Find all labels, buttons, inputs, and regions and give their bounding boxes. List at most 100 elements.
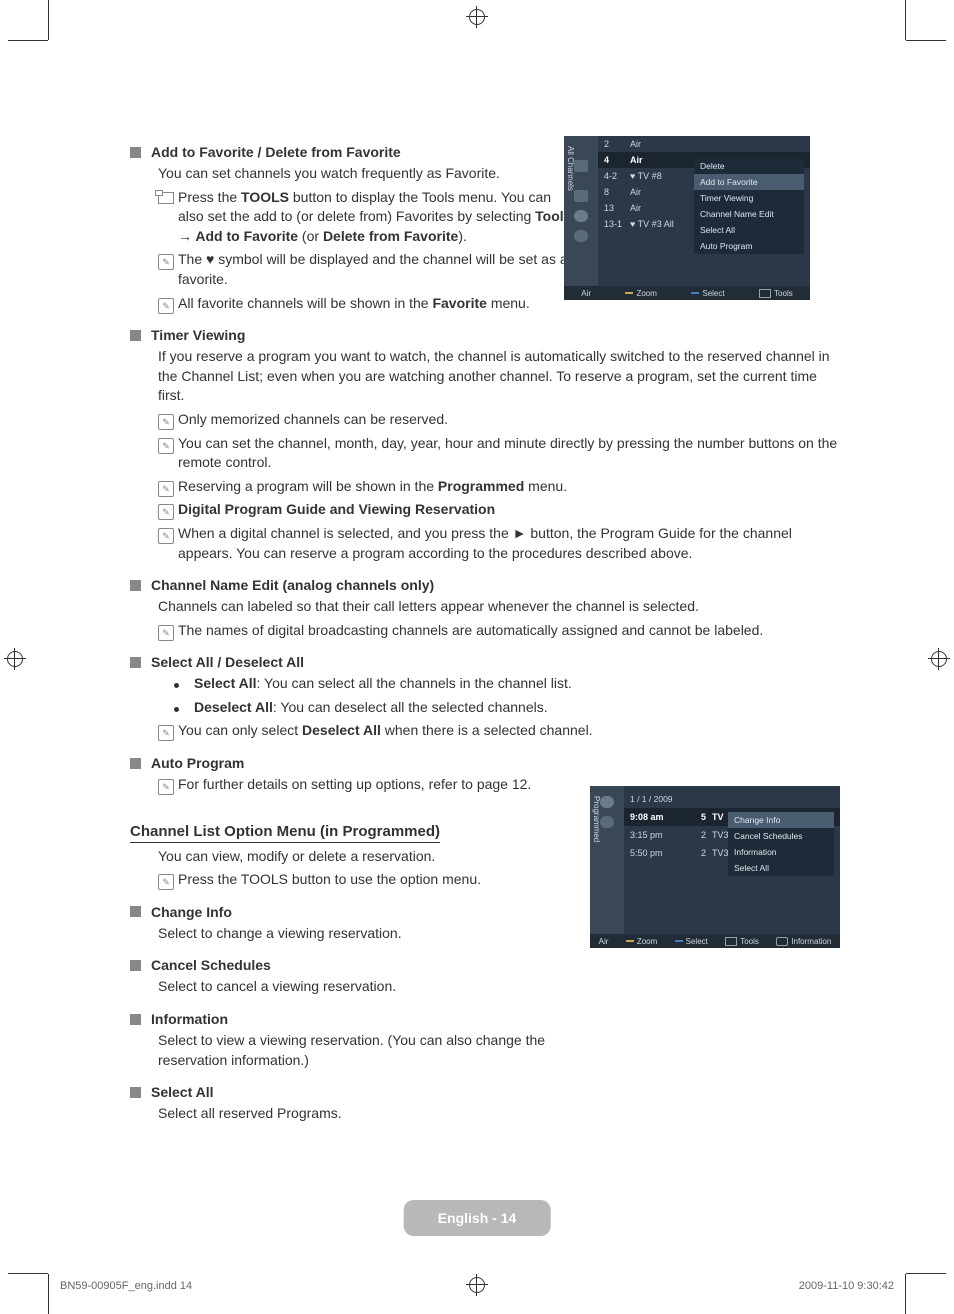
satellite-icon [574, 160, 588, 172]
clock-icon [600, 816, 614, 828]
osd-bottom-bar: Air Zoom Select Tools [564, 286, 810, 300]
heart-icon [574, 210, 588, 222]
crop-mark [906, 40, 946, 41]
section-cs-title: Cancel Schedules [130, 957, 840, 973]
crop-mark [8, 1273, 48, 1274]
osd-programmed: Programmed 1 / 1 / 2009 9:08 am5TV3:15 p… [590, 786, 840, 948]
section-cne-title: Channel Name Edit (analog channels only) [130, 577, 840, 593]
osd-channel-row: 2Air [598, 136, 810, 152]
note-item: ✎You can set the channel, month, day, ye… [158, 434, 840, 473]
note-icon: ✎ [158, 779, 174, 795]
square-bullet-icon [130, 657, 141, 668]
note-icon: ✎ [158, 725, 174, 741]
page-number-pill: English - 14 [404, 1200, 551, 1236]
registration-mark-icon [466, 1274, 488, 1296]
osd-bar-zoom: Zoom [626, 937, 657, 946]
osd-bar-info: Information [776, 937, 831, 946]
crop-mark [905, 0, 906, 40]
osd-bar-tools: Tools [725, 937, 759, 946]
note-item: ✎ The ♥ symbol will be displayed and the… [158, 250, 578, 289]
note-text: The ♥ symbol will be displayed and the c… [178, 250, 578, 289]
heading-text: Select All [151, 1084, 214, 1100]
osd-menu-item: Select All [694, 222, 804, 238]
osd-all-channels: All Channels 2Air4Air4-2♥ TV #88Air13Air… [564, 136, 810, 300]
osd-menu-item: Delete [694, 158, 804, 174]
osd-menu-item: Channel Name Edit [694, 206, 804, 222]
subsection-heading: Channel List Option Menu (in Programmed) [130, 823, 440, 843]
note-text: Press the TOOLS button to use the option… [178, 870, 481, 890]
crop-mark [905, 1274, 906, 1314]
osd-bar-select: Select [675, 937, 708, 946]
tools-mini-icon [725, 937, 737, 946]
tools-mini-icon [759, 289, 771, 298]
note-icon: ✎ [158, 504, 174, 520]
yellow-dash-icon [626, 940, 634, 942]
note-text: All favorite channels will be shown in t… [178, 294, 530, 314]
registration-mark-icon [928, 648, 950, 670]
heading-text: Select All / Deselect All [151, 654, 304, 670]
square-bullet-icon [130, 1087, 141, 1098]
osd-menu-item: Auto Program [694, 238, 804, 254]
section-selall-title: Select All / Deselect All [130, 654, 840, 670]
crop-mark [48, 1274, 49, 1314]
square-bullet-icon [130, 906, 141, 917]
heading-text: Cancel Schedules [151, 957, 271, 973]
note-text: For further details on setting up option… [178, 775, 531, 795]
square-bullet-icon [130, 580, 141, 591]
note-icon: ✎ [158, 298, 174, 314]
body-text: Select to cancel a viewing reservation. [158, 977, 840, 997]
clock-icon [574, 230, 588, 242]
footer-timestamp: 2009-11-10 9:30:42 [799, 1280, 894, 1292]
bullet-icon [174, 683, 179, 688]
body-text: If you reserve a program you want to wat… [158, 347, 840, 406]
osd-menu-item: Timer Viewing [694, 190, 804, 206]
note-icon: ✎ [158, 528, 174, 544]
note-icon: ✎ [158, 414, 174, 430]
square-bullet-icon [130, 147, 141, 158]
osd-sidebar: All Channels [564, 136, 598, 300]
section-info-title: Information [130, 1011, 840, 1027]
crop-mark [8, 40, 48, 41]
note-item: ✎Only memorized channels can be reserved… [158, 410, 840, 430]
note-icon: ✎ [158, 874, 174, 890]
bullet-icon [174, 707, 179, 712]
body-text: Channels can labeled so that their call … [158, 597, 840, 617]
crop-mark [906, 1273, 946, 1274]
footer-file-info: BN59-00905F_eng.indd 14 [60, 1280, 192, 1292]
note-text: You can only select Deselect All when th… [178, 721, 593, 741]
heading-text: Timer Viewing [151, 327, 245, 343]
note-text: When a digital channel is selected, and … [178, 524, 840, 563]
square-bullet-icon [130, 1014, 141, 1025]
registration-mark-icon [4, 648, 26, 670]
square-bullet-icon [130, 330, 141, 341]
section-auto-title: Auto Program [130, 755, 840, 771]
note-item: ✎The names of digital broadcasting chann… [158, 621, 840, 641]
note-icon: ✎ [158, 438, 174, 454]
bullet-text: Deselect All: You can deselect all the s… [194, 698, 548, 718]
note-text: Digital Program Guide and Viewing Reserv… [178, 500, 495, 520]
osd-bar-select: Select [691, 289, 724, 298]
crop-mark [48, 0, 49, 40]
body-text: Select all reserved Programs. [158, 1104, 840, 1124]
note-text: Only memorized channels can be reserved. [178, 410, 448, 430]
osd-bar-source: Air [599, 937, 609, 946]
note-text: Press the TOOLS button to display the To… [178, 188, 578, 247]
section-timer-title: Timer Viewing [130, 327, 840, 343]
osd-menu-item: Information [728, 844, 834, 860]
tools-icon [158, 192, 174, 204]
blue-dash-icon [675, 940, 683, 942]
note-text: You can set the channel, month, day, yea… [178, 434, 840, 473]
note-item: Press the TOOLS button to display the To… [158, 188, 578, 247]
bullet-text: Select All: You can select all the chann… [194, 674, 572, 694]
tv-icon [574, 190, 588, 202]
body-text: Select to view a viewing reservation. (Y… [158, 1031, 588, 1070]
square-bullet-icon [130, 960, 141, 971]
osd-bar-source: Air [581, 289, 591, 298]
osd-menu-item: Add to Favorite [694, 174, 804, 190]
note-icon: ✎ [158, 481, 174, 497]
heading-text: Add to Favorite / Delete from Favorite [151, 144, 401, 160]
osd-menu-item: Change Info [728, 812, 834, 828]
osd-tools-menu: Change InfoCancel SchedulesInformationSe… [728, 812, 834, 876]
note-item: ✎Reserving a program will be shown in th… [158, 477, 840, 497]
page-content: Add to Favorite / Delete from Favorite Y… [130, 130, 840, 1124]
